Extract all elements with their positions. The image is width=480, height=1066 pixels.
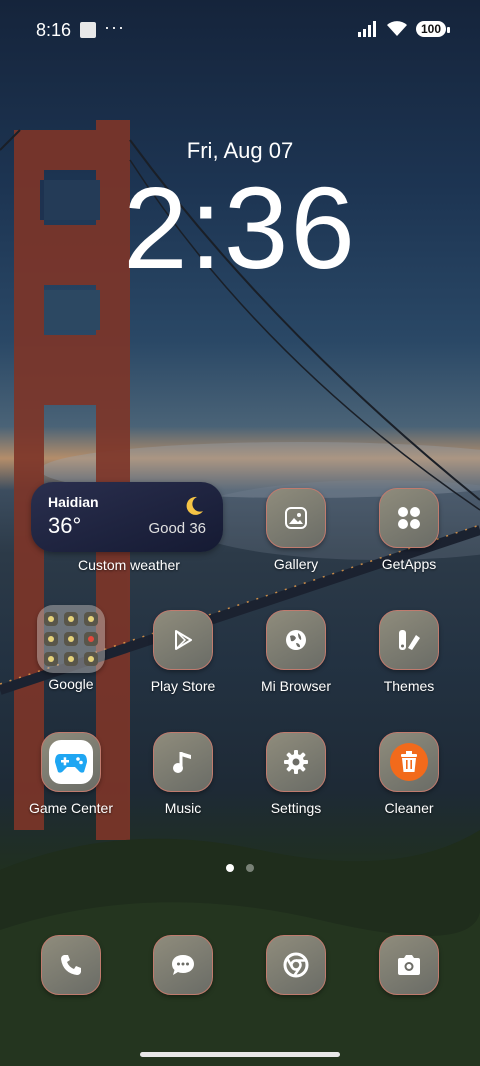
weather-city: Haidian: [48, 494, 99, 510]
app-getapps[interactable]: GetApps: [354, 488, 464, 572]
status-time: 8:16: [36, 20, 72, 40]
app-cleaner[interactable]: Cleaner: [354, 732, 464, 816]
google-folder-icon: [37, 605, 105, 673]
trash-icon: [401, 751, 417, 772]
app-gallery[interactable]: Gallery: [241, 488, 351, 572]
app-game-center[interactable]: Game Center: [16, 732, 126, 816]
wifi-icon: [386, 21, 407, 36]
app-music[interactable]: Music: [128, 732, 238, 816]
app-mi-browser[interactable]: Mi Browser: [241, 610, 351, 694]
app-label: GetApps: [381, 556, 437, 572]
gamepad-icon: [55, 754, 87, 773]
music-note-icon: [173, 752, 191, 773]
dock-chrome[interactable]: [241, 935, 351, 995]
lockscreen-clock: 2:36: [123, 163, 357, 293]
play-store-icon: [175, 630, 192, 650]
gear-icon: [284, 750, 308, 774]
gallery-icon: [285, 507, 307, 529]
message-icon: [172, 955, 194, 975]
app-settings[interactable]: Settings: [241, 732, 351, 816]
notification-icon: [80, 22, 96, 38]
app-label: Cleaner: [384, 800, 434, 816]
weather-widget-label: Custom weather: [78, 557, 180, 573]
app-label: Mi Browser: [260, 678, 331, 694]
app-label: Google: [48, 676, 94, 692]
home-gesture-bar[interactable]: [140, 1052, 340, 1057]
page-dot-active: [226, 864, 234, 872]
lockscreen-date: Fri, Aug 07: [186, 138, 294, 163]
app-label: Game Center: [28, 800, 114, 816]
more-notifications-icon: ···: [104, 17, 125, 37]
globe-icon: [286, 630, 306, 650]
weather-temperature: 36°: [48, 513, 82, 538]
dock-messages[interactable]: [128, 935, 238, 995]
battery-indicator: 100: [415, 21, 451, 37]
status-bar: 8:16 ··· 100: [0, 0, 480, 60]
themes-icon: [399, 630, 420, 650]
phone-icon: [61, 955, 81, 975]
app-label: Play Store: [150, 678, 216, 694]
app-label: Gallery: [273, 556, 319, 572]
dock-camera[interactable]: [354, 935, 464, 995]
weather-air-quality: Good 36: [148, 520, 206, 537]
app-label: Themes: [383, 678, 435, 694]
chrome-icon: [283, 952, 309, 978]
app-themes[interactable]: Themes: [354, 610, 464, 694]
folder-google[interactable]: Google: [16, 605, 126, 692]
app-label: Music: [164, 800, 202, 816]
camera-icon: [398, 955, 420, 975]
page-indicator: [0, 864, 480, 872]
app-playstore[interactable]: Play Store: [128, 610, 238, 694]
moon-icon: [186, 496, 203, 515]
signal-icon: [357, 21, 376, 37]
dock-phone[interactable]: [16, 935, 126, 995]
page-dot: [246, 864, 254, 872]
getapps-icon: [398, 507, 420, 529]
app-label: Settings: [270, 800, 322, 816]
